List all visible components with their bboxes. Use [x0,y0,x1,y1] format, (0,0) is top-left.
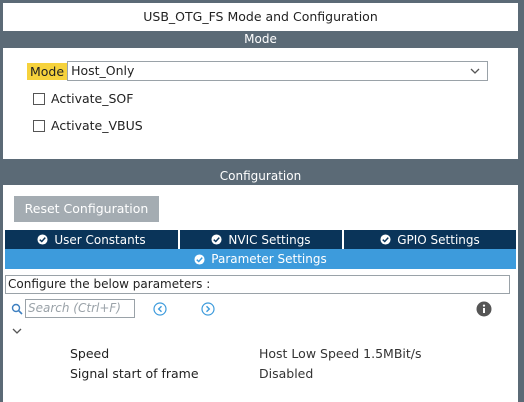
check-circle-icon [194,253,205,265]
activate-vbus-label: Activate_VBUS [51,118,143,133]
chevron-down-icon [470,68,480,74]
mode-section-header: Mode [3,31,518,48]
tab-user-constants[interactable]: User Constants [5,230,180,249]
mode-label: Mode [27,62,68,80]
configuration-panel: Configuration Reset Configuration User C… [3,167,518,402]
search-bar: Search (Ctrl+F) [11,299,135,318]
tab-gpio-settings-label: GPIO Settings [397,232,480,247]
tab-gpio-settings[interactable]: GPIO Settings [344,230,516,249]
info-icon[interactable] [476,301,492,317]
activate-vbus-row[interactable]: Activate_VBUS [33,118,143,133]
previous-result-icon[interactable] [153,302,167,316]
param-name: Speed [70,346,110,361]
tab-parameter-settings-label: Parameter Settings [211,252,327,266]
next-result-icon[interactable] [201,302,215,316]
mode-row: Mode Host_Only [27,61,489,81]
reset-configuration-button[interactable]: Reset Configuration [14,196,159,222]
window-title: USB_OTG_FS Mode and Configuration [143,9,378,24]
activate-sof-label: Activate_SOF [51,91,134,106]
search-input[interactable]: Search (Ctrl+F) [25,299,135,318]
activate-sof-checkbox[interactable] [33,92,45,105]
param-row-speed[interactable]: Speed Host Low Speed 1.5MBit/s [70,346,422,361]
scrollbar[interactable] [518,0,524,402]
tab-bar: User Constants NVIC Settings GPIO Settin… [5,230,516,249]
mode-panel: USB_OTG_FS Mode and Configuration Mode M… [3,3,518,159]
configuration-section-header: Configuration [3,167,518,185]
tab-user-constants-label: User Constants [54,232,146,247]
check-circle-icon [380,234,391,245]
check-circle-icon [37,234,48,245]
param-row-signal-start-of-frame[interactable]: Signal start of frame Disabled [70,366,313,381]
check-circle-icon [211,234,222,245]
chevron-down-icon[interactable] [11,325,23,337]
param-value: Host Low Speed 1.5MBit/s [259,346,422,361]
mode-select[interactable]: Host_Only [67,61,489,81]
search-icon [11,303,23,315]
tab-parameter-settings[interactable]: Parameter Settings [5,249,516,269]
activate-vbus-checkbox[interactable] [33,119,45,132]
tab-nvic-settings[interactable]: NVIC Settings [180,230,344,249]
mode-select-value: Host_Only [71,63,135,78]
activate-sof-row[interactable]: Activate_SOF [33,91,133,106]
param-name: Signal start of frame [70,366,199,381]
param-value: Disabled [259,366,314,381]
parameters-description: Configure the below parameters : [5,275,510,294]
tab-nvic-settings-label: NVIC Settings [228,232,311,247]
